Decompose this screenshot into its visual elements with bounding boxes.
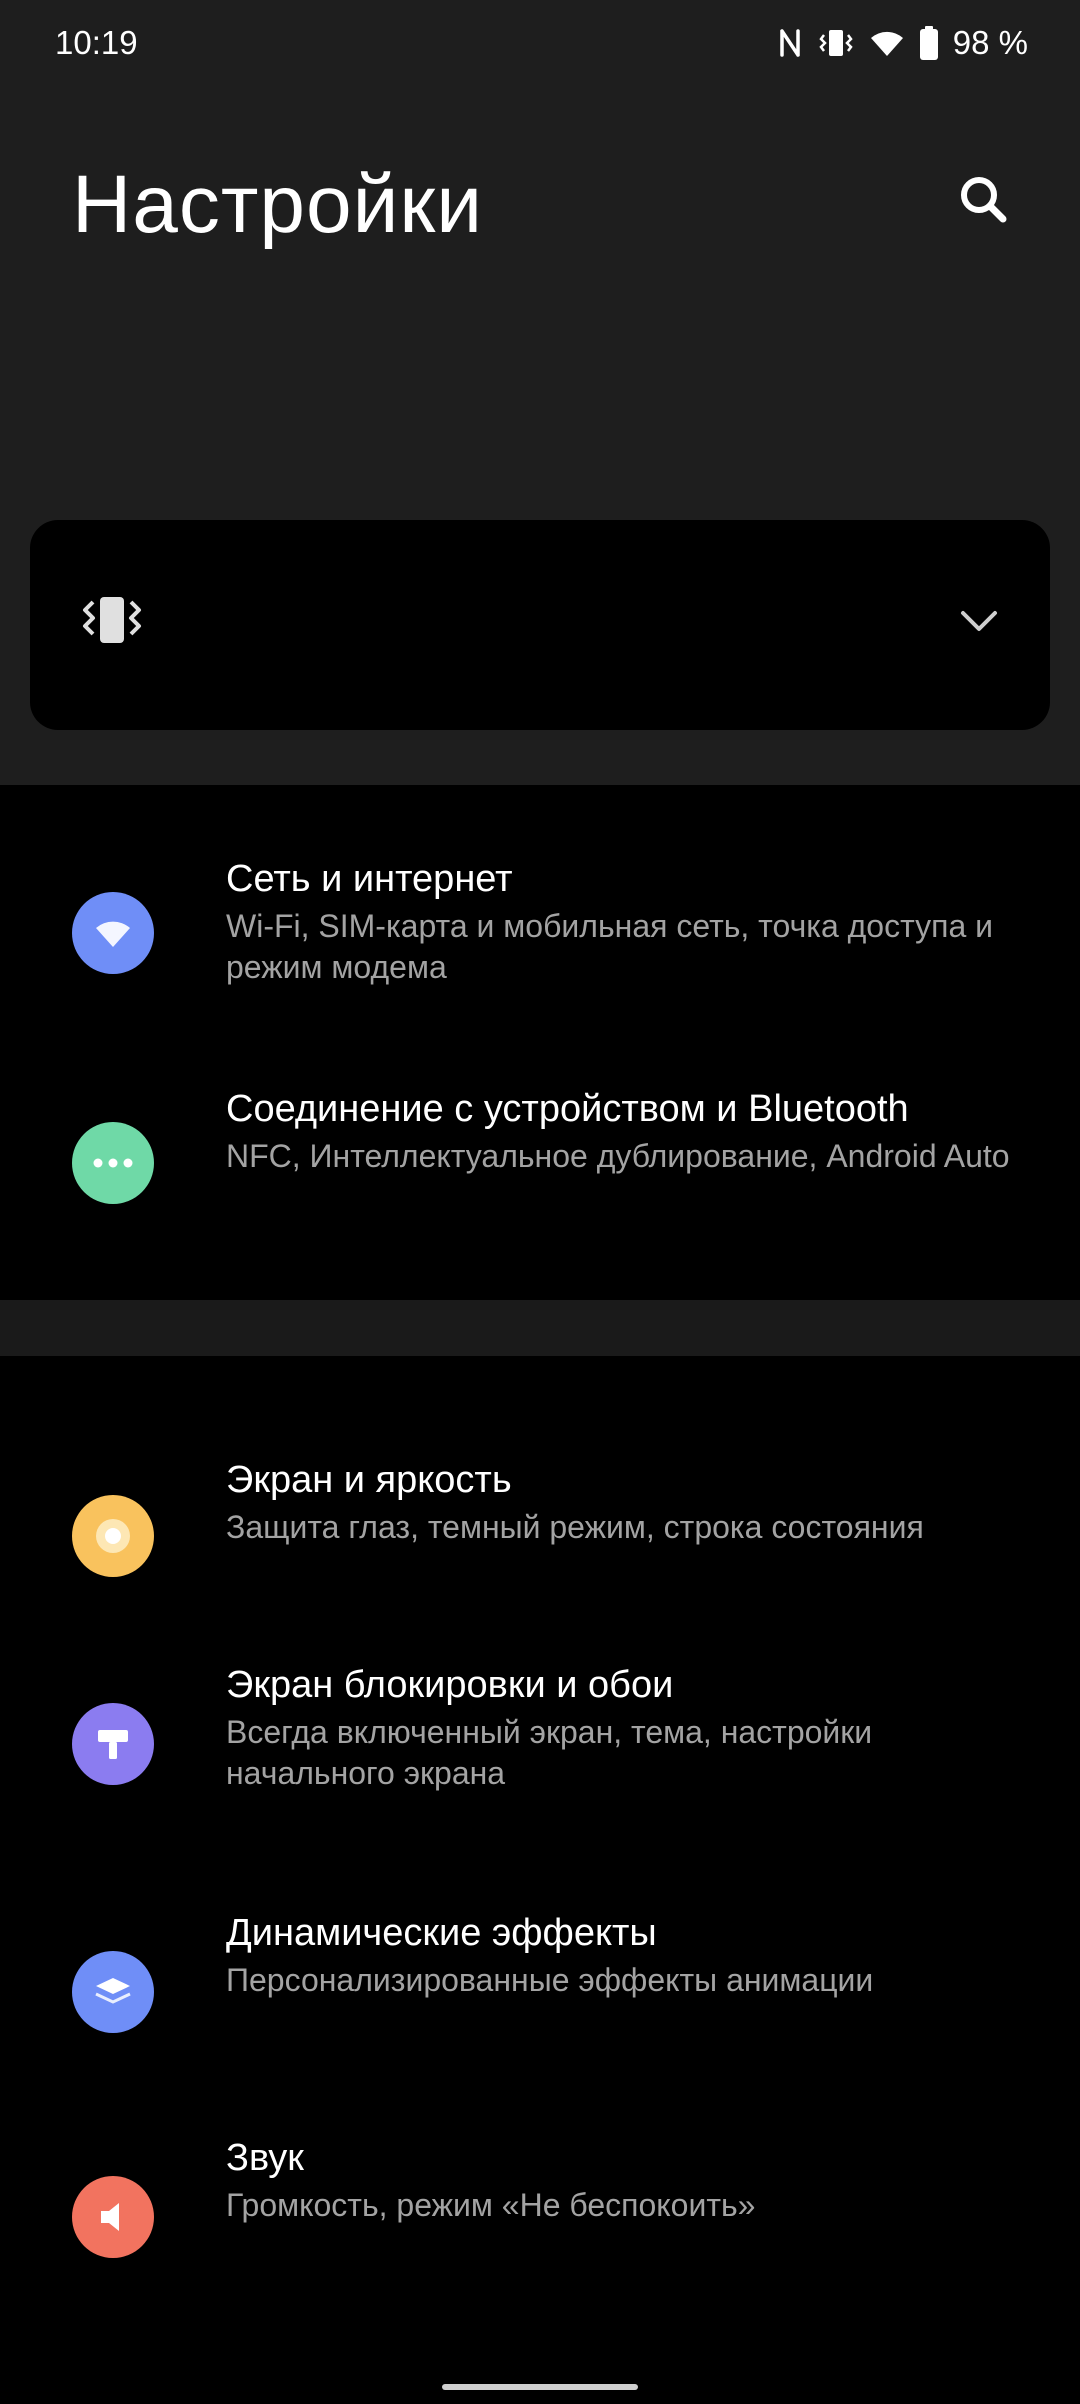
page-title: Настройки [72, 159, 484, 250]
connectivity-section: Сеть и интернет Wi-Fi, SIM-карта и мобил… [0, 785, 1080, 1300]
item-subtitle: Всегда включенный экран, тема, настройки… [226, 1714, 873, 1791]
item-title: Соединение с устройством и Bluetooth [226, 1088, 909, 1130]
item-subtitle: Громкость, режим «Не беспокоить» [226, 2187, 756, 2223]
item-subtitle: NFC, Интеллектуальное дублирование, Andr… [226, 1138, 1010, 1174]
dots-icon [72, 1122, 154, 1204]
battery-percent: 98 % [952, 24, 1028, 61]
item-subtitle: Персонализированные эффекты анимации [226, 1962, 874, 1998]
speaker-icon [72, 2176, 154, 2258]
settings-item-network[interactable]: Сеть и интернет Wi-Fi, SIM-карта и мобил… [0, 855, 1080, 1025]
status-icons: 98 % [777, 20, 1028, 66]
wifi-icon [72, 892, 154, 974]
home-indicator[interactable] [442, 2384, 638, 2390]
wifi-icon [869, 28, 905, 58]
personalization-section: Экран и яркость Защита глаз, темный режи… [0, 1356, 1080, 2404]
settings-item-effects[interactable]: Динамические эффекты Персонализированные… [0, 1909, 1080, 2049]
settings-item-sound[interactable]: Звук Громкость, режим «Не беспокоить» [0, 2134, 1080, 2274]
section-divider [0, 1300, 1080, 1356]
status-bar: 10:19 98 % [0, 0, 1080, 90]
search-button[interactable] [946, 164, 1020, 238]
item-subtitle: Wi-Fi, SIM-карта и мобильная сеть, точка… [226, 908, 993, 985]
vibrate-icon[interactable] [80, 588, 144, 657]
item-title: Экран блокировки и обои [226, 1664, 674, 1706]
settings-item-lockscreen[interactable]: Экран блокировки и обои Всегда включенны… [0, 1661, 1080, 1831]
item-title: Сеть и интернет [226, 858, 513, 900]
search-icon [957, 173, 1009, 230]
layers-icon [72, 1951, 154, 2033]
item-title: Динамические эффекты [226, 1912, 657, 1954]
status-time: 10:19 [55, 24, 138, 61]
brightness-icon [72, 1495, 154, 1577]
sound-mode-card[interactable] [30, 520, 1050, 730]
battery-icon [919, 26, 939, 60]
item-title: Звук [226, 2137, 304, 2179]
item-subtitle: Защита глаз, темный режим, строка состоя… [226, 1509, 924, 1545]
nfc-icon [777, 27, 803, 59]
settings-item-bluetooth[interactable]: Соединение с устройством и Bluetooth NFC… [0, 1085, 1080, 1255]
vibrate-icon [817, 27, 855, 59]
chevron-down-icon[interactable] [959, 608, 999, 639]
settings-item-display[interactable]: Экран и яркость Защита глаз, темный режи… [0, 1456, 1080, 1596]
paint-roller-icon [72, 1703, 154, 1785]
item-title: Экран и яркость [226, 1459, 512, 1501]
